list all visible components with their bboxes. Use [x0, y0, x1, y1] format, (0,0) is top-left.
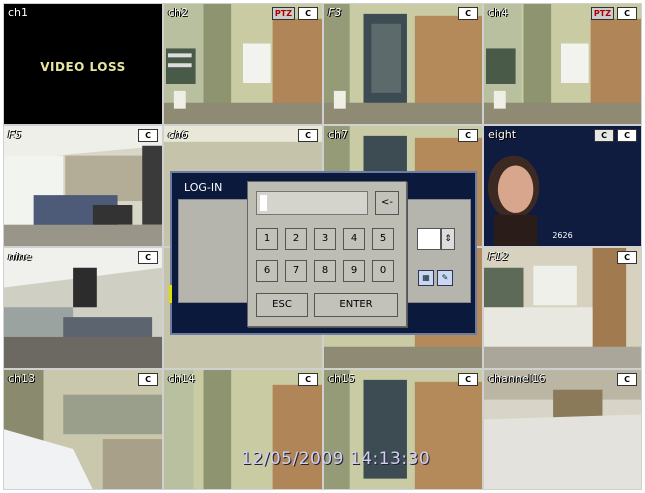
camera-tile-1[interactable]: ch1 VIDEO LOSS: [3, 3, 163, 125]
camera-tile-15[interactable]: ch15 C: [323, 369, 483, 490]
key-2[interactable]: 2: [285, 228, 307, 250]
key-6[interactable]: 6: [256, 260, 278, 282]
channel-label: eight: [488, 128, 517, 141]
camera-scene: [484, 370, 641, 489]
camera-scene: [164, 370, 322, 489]
camera-tile-9[interactable]: nine C: [3, 247, 163, 369]
camera-tile-12[interactable]: F12 C: [483, 247, 642, 369]
status-badges: C: [298, 373, 318, 386]
channel-label: ch2: [168, 6, 189, 19]
key-3[interactable]: 3: [314, 228, 336, 250]
esc-button[interactable]: ESC: [256, 293, 308, 317]
ptz-badge: PTZ: [590, 7, 614, 20]
camera-scene: [484, 126, 641, 246]
user-select[interactable]: [417, 228, 441, 250]
camera-tile-13[interactable]: ch13 C: [3, 369, 163, 490]
status-badges: C: [138, 251, 158, 264]
channel-label: F3: [328, 6, 342, 19]
camera-tile-16[interactable]: channel16 C: [483, 369, 642, 490]
camera-scene: [4, 370, 162, 489]
status-badges: C: [298, 129, 318, 142]
channel-label: ch4: [488, 6, 509, 19]
camera-tile-4[interactable]: ch4 PTZ C: [483, 3, 642, 125]
camera-badge: C: [138, 373, 158, 386]
login-icons: ▦ ✎: [418, 270, 453, 286]
channel-label: F5: [8, 128, 22, 141]
key-8[interactable]: 8: [314, 260, 336, 282]
camera-badge: C: [138, 251, 158, 264]
channel-label: ch15: [328, 372, 356, 385]
channel-label: ch1: [8, 6, 29, 19]
spinner-icon[interactable]: ⇕: [441, 228, 455, 250]
input-caret: [260, 195, 267, 211]
camera-tile-3[interactable]: F3 C: [323, 3, 483, 125]
dvr-screen: ch1 VIDEO LOSS ch2 PTZ C F3 C ch4 PTZ C …: [3, 3, 642, 490]
status-badges: C: [617, 251, 637, 264]
virtual-keypad: <- 1 2 3 4 5 6 7 8 9 0 ESC ENTER: [247, 181, 407, 327]
camera-badge: C: [617, 7, 637, 20]
camera-badge: C: [617, 129, 637, 142]
timestamp: 12/05/2009 14:13:30: [241, 449, 431, 469]
edit-icon[interactable]: ✎: [437, 270, 453, 286]
status-badges: C: [458, 373, 478, 386]
channel-label: channel16: [488, 372, 546, 385]
key-0[interactable]: 0: [372, 260, 394, 282]
camera-tile-14[interactable]: ch14 C: [163, 369, 323, 490]
camera-badge: C: [458, 7, 478, 20]
camera-scene: [324, 370, 482, 489]
camera-badge: C: [298, 373, 318, 386]
camera-tile-8[interactable]: eight C C 2626: [483, 125, 642, 247]
channel-label: ch13: [8, 372, 36, 385]
backspace-button[interactable]: <-: [375, 191, 399, 215]
camera-tile-5[interactable]: F5 C: [3, 125, 163, 247]
key-4[interactable]: 4: [343, 228, 365, 250]
enter-button[interactable]: ENTER: [314, 293, 398, 317]
camera-scene: [164, 4, 322, 124]
camera-badge: C: [617, 373, 637, 386]
channel-label: ch14: [168, 372, 196, 385]
status-badges: PTZ C: [590, 7, 637, 20]
channel-label: F12: [488, 250, 509, 263]
status-badges: PTZ C: [271, 7, 318, 20]
key-1[interactable]: 1: [256, 228, 278, 250]
camera-scene: [484, 248, 641, 368]
status-badges: C: [458, 129, 478, 142]
channel-label: ch6: [168, 128, 189, 141]
status-badges: C: [617, 373, 637, 386]
status-badges: C C: [594, 129, 637, 142]
grid-icon[interactable]: ▦: [418, 270, 434, 286]
password-display[interactable]: [256, 191, 368, 215]
camera-scene: [4, 248, 162, 368]
camera-badge: C: [298, 7, 318, 20]
key-5[interactable]: 5: [372, 228, 394, 250]
video-loss-text: VIDEO LOSS: [40, 60, 126, 74]
camera-tile-2[interactable]: ch2 PTZ C: [163, 3, 323, 125]
camera-badge: C: [138, 129, 158, 142]
status-badges: C: [138, 373, 158, 386]
tile-caption: 2626: [552, 231, 573, 240]
key-9[interactable]: 9: [343, 260, 365, 282]
status-badges: C: [138, 129, 158, 142]
camera-scene: [4, 126, 162, 246]
channel-label: ch7: [328, 128, 349, 141]
dialog-marker: [169, 285, 172, 303]
ptz-badge: PTZ: [271, 7, 295, 20]
key-7[interactable]: 7: [285, 260, 307, 282]
camera-scene: [484, 4, 641, 124]
login-title: LOG-IN: [184, 181, 223, 194]
camera-badge: C: [458, 373, 478, 386]
camera-badge: C: [458, 129, 478, 142]
camera-badge: C: [617, 251, 637, 264]
camera-scene: [324, 4, 482, 124]
camera-badge: C: [594, 129, 614, 142]
channel-label: nine: [8, 250, 32, 263]
camera-badge: C: [298, 129, 318, 142]
status-badges: C: [458, 7, 478, 20]
